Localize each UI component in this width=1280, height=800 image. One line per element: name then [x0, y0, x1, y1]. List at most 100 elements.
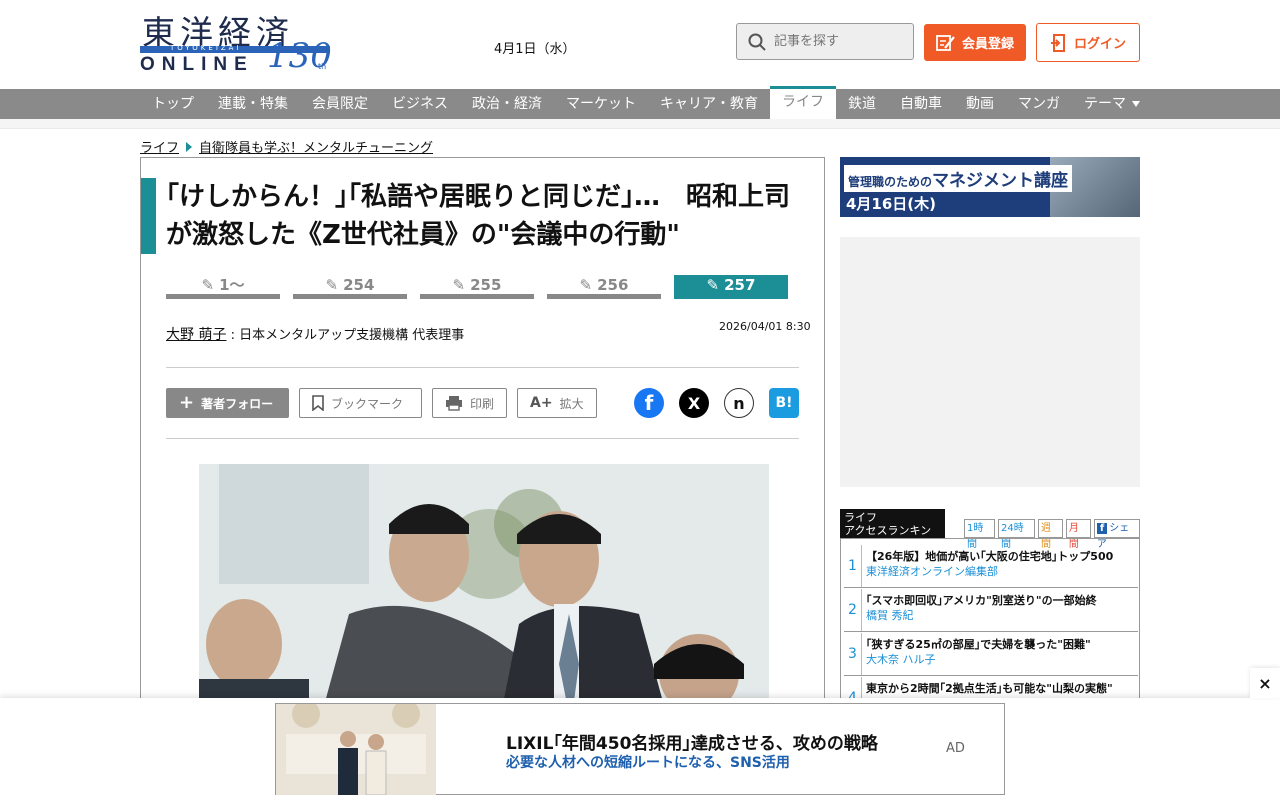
- pencil-icon: ✎: [325, 275, 339, 294]
- print-button[interactable]: 印刷: [432, 388, 508, 418]
- ad-people-image: [276, 700, 436, 796]
- page-tab[interactable]: ✎ 256: [547, 275, 661, 299]
- article-box: ｢けしからん！｣｢私語や居眠りと同じだ｣… 昭和上司が激怒した《Z世代社員》の"…: [140, 157, 825, 724]
- share-buttons: f X n B!: [634, 388, 799, 418]
- author-title: : 日本メンタルアップ支援機構 代表理事: [226, 328, 465, 343]
- page-number: 255: [470, 275, 502, 294]
- ranking-tabs: 1時間 24時間 週間 月間 f シェア: [964, 519, 1140, 550]
- nav-item[interactable]: 政治・経済: [460, 89, 554, 119]
- rank-number: 1: [844, 545, 862, 587]
- ranking-tab[interactable]: 1時間: [964, 519, 995, 550]
- plus-icon: +: [179, 392, 195, 413]
- caret-down-icon: [1132, 101, 1140, 107]
- management-course-banner[interactable]: 管理職のためのマネジメント講座 4月16日(木): [840, 157, 1140, 217]
- register-button[interactable]: 会員登録: [924, 24, 1026, 61]
- ranking-item[interactable]: 1 【26年版】地価が高い｢大阪の住宅地｣トップ500 東洋経済オンライン編集部: [844, 545, 1138, 588]
- hatena-icon[interactable]: B!: [769, 388, 799, 418]
- header-date: 4月1日（水）: [494, 42, 576, 57]
- bookmark-icon: [312, 395, 324, 411]
- page-tab[interactable]: ✎ 255: [420, 275, 534, 299]
- divider: [166, 438, 799, 439]
- close-ad-button[interactable]: ×: [1250, 668, 1280, 698]
- page-number: 257: [724, 275, 756, 294]
- nav-item-label: テーマ: [1084, 96, 1126, 112]
- article-title: ｢けしからん！｣｢私語や居眠りと同じだ｣… 昭和上司が激怒した《Z世代社員》の"…: [166, 182, 791, 250]
- site-logo[interactable]: 東洋経済 TOYOKEIZAI ONLINE 130 th: [140, 6, 335, 80]
- breadcrumb-series[interactable]: 自衛隊員も学ぶ！メンタルチューニング: [199, 137, 433, 156]
- facebook-icon: f: [1096, 523, 1108, 534]
- nav-item[interactable]: トップ: [140, 89, 206, 119]
- rank-author: 大木奈 ハル子: [866, 653, 936, 666]
- nav-item[interactable]: マンガ: [1006, 89, 1072, 119]
- ranking-title-line1: ライフ: [844, 511, 877, 524]
- rank-author: 東洋経済オンライン編集部: [866, 565, 998, 578]
- ranking-tab[interactable]: 月間: [1065, 519, 1091, 550]
- page-number: 1〜: [219, 276, 245, 294]
- search-input[interactable]: [774, 34, 904, 49]
- ranking-list: 1 【26年版】地価が高い｢大阪の住宅地｣トップ500 東洋経済オンライン編集部 2 ｢…: [840, 538, 1140, 720]
- page-number: 256: [597, 275, 629, 294]
- rank-title: ｢スマホ即回収｣アメリカ"別室送り"の一部始終: [866, 594, 1097, 607]
- login-icon: [1050, 33, 1065, 52]
- ranking-item[interactable]: 3 ｢狭すぎる25㎡の部屋｣で夫婦を襲った"困難" 大木奈 ハル子: [844, 633, 1138, 676]
- banner-title-main: マネジメント講座: [932, 171, 1069, 191]
- bookmark-button[interactable]: ブックマーク: [299, 388, 422, 418]
- rank-title: 東京から2時間｢2拠点生活｣も可能な"山梨の実態": [866, 682, 1113, 695]
- office-scene-image: [199, 464, 769, 724]
- ranking-tab[interactable]: 週間: [1037, 519, 1063, 550]
- global-nav-items: トップ 連載・特集 会員限定 ビジネス 政治・経済 マーケット キャリア・教育 ライフ 鉄道 自動…: [140, 86, 1152, 119]
- login-label: ログイン: [1073, 37, 1126, 52]
- rank-title: 【26年版】地価が高い｢大阪の住宅地｣トップ500: [866, 550, 1114, 563]
- page-tab[interactable]: ✎ 254: [293, 275, 407, 299]
- note-icon[interactable]: n: [724, 388, 754, 418]
- nav-item[interactable]: 動画: [954, 89, 1006, 119]
- rank-number: 2: [844, 589, 862, 631]
- breadcrumb-arrow-icon: [186, 141, 193, 152]
- search-box[interactable]: [736, 23, 914, 60]
- rank-number: 3: [844, 633, 862, 675]
- ranking-tab[interactable]: f シェア: [1093, 519, 1140, 550]
- nav-item[interactable]: 自動車: [888, 89, 954, 119]
- bottom-ad[interactable]: LIXIL｢年間450名採用｣達成させる、攻めの戦略 必要な人材への短縮ルートに…: [275, 700, 1005, 796]
- ranking-title: ライフ アクセスランキング: [840, 509, 945, 550]
- rank-author: 橋賀 秀紀: [866, 609, 914, 622]
- banner-title: 管理職のためのマネジメント講座: [844, 165, 1073, 192]
- x-icon[interactable]: X: [679, 388, 709, 418]
- follow-author-button[interactable]: + 著者フォロー: [166, 388, 289, 418]
- ad-photo: [276, 700, 436, 796]
- logo-band-text: TOYOKEIZAI: [170, 44, 242, 52]
- zoom-text-button[interactable]: A+ 拡大: [517, 388, 597, 418]
- rank-title: ｢狭すぎる25㎡の部屋｣で夫婦を襲った"困難": [866, 638, 1091, 651]
- breadcrumb: ライフ 自衛隊員も学ぶ！メンタルチューニング: [140, 137, 433, 156]
- nav-item[interactable]: キャリア・教育: [648, 89, 770, 119]
- ad-subtitle: 必要な人材への短縮ルートになる、SNS活用: [506, 755, 790, 771]
- pencil-icon: ✎: [201, 275, 215, 294]
- bottom-ad-bar: LIXIL｢年間450名採用｣達成させる、攻めの戦略 必要な人材への短縮ルートに…: [0, 698, 1280, 800]
- nav-item[interactable]: ビジネス: [380, 89, 460, 119]
- pencil-icon: ✎: [452, 275, 466, 294]
- author-name[interactable]: 大野 萌子: [166, 327, 226, 343]
- ad-label: AD: [946, 741, 965, 756]
- nav-item[interactable]: 会員限定: [300, 89, 380, 119]
- nav-item[interactable]: マーケット: [554, 89, 648, 119]
- nav-item[interactable]: 連載・特集: [206, 89, 300, 119]
- nav-item[interactable]: テーマ: [1072, 89, 1152, 119]
- published-date: 2026/04/01 8:30: [719, 320, 811, 333]
- divider: [166, 367, 799, 368]
- facebook-icon[interactable]: f: [634, 388, 664, 418]
- page-tab[interactable]: ✎ 257: [674, 275, 788, 299]
- title-accent-bar: [141, 178, 156, 254]
- ranking-tab[interactable]: 24時間: [997, 519, 1035, 550]
- nav-underbar: [0, 119, 1280, 129]
- author-line: 大野 萌子 : 日本メンタルアップ支援機構 代表理事: [166, 324, 464, 344]
- nav-item[interactable]: ライフ: [770, 86, 836, 119]
- ad-title: LIXIL｢年間450名採用｣達成させる、攻めの戦略: [506, 734, 878, 754]
- page-tab[interactable]: ✎ 1〜: [166, 275, 280, 299]
- ranking-item[interactable]: 2 ｢スマホ即回収｣アメリカ"別室送り"の一部始終 橋賀 秀紀: [844, 589, 1138, 632]
- bookmark-label: ブックマーク: [331, 396, 404, 411]
- breadcrumb-category[interactable]: ライフ: [140, 137, 179, 156]
- search-icon: [748, 33, 766, 51]
- nav-item[interactable]: 鉄道: [836, 89, 888, 119]
- login-button[interactable]: ログイン: [1036, 23, 1140, 62]
- banner-date: 4月16日(木): [846, 195, 937, 213]
